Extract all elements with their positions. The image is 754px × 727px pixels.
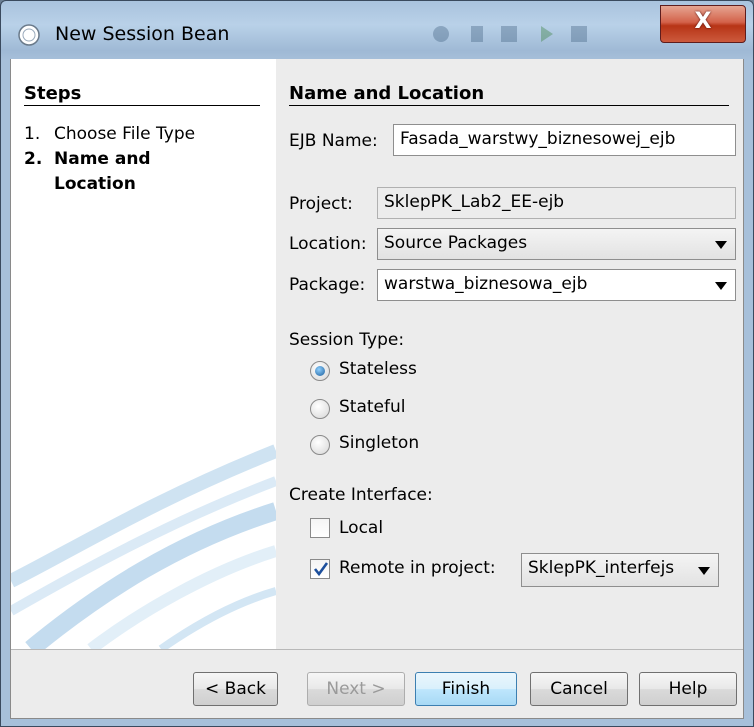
ejb-name-field[interactable]: Fasada_warstwy_biznesowej_ejb bbox=[393, 124, 736, 156]
location-value: Source Packages bbox=[384, 233, 528, 253]
step-label: Choose File Type bbox=[54, 124, 196, 144]
help-button[interactable]: Help bbox=[639, 672, 737, 706]
chevron-down-icon bbox=[715, 241, 727, 249]
package-label: Package: bbox=[289, 275, 366, 295]
remote-project-dropdown[interactable]: SklepPK_interfejs bbox=[521, 553, 719, 587]
dialog-window: New Session Bean X Steps 1. Choose File T… bbox=[0, 0, 754, 727]
local-checkbox[interactable] bbox=[310, 518, 330, 538]
session-type-label: Session Type: bbox=[289, 330, 405, 350]
create-interface-label: Create Interface: bbox=[289, 485, 433, 505]
location-label: Location: bbox=[289, 234, 367, 254]
chevron-down-icon bbox=[715, 282, 727, 290]
project-label: Project: bbox=[289, 194, 353, 214]
remote-checkbox-label: Remote in project: bbox=[339, 558, 496, 578]
background-toolbar-icons bbox=[433, 26, 587, 42]
back-button[interactable]: < Back bbox=[193, 672, 278, 706]
radio-button[interactable] bbox=[310, 399, 330, 419]
next-button[interactable]: Next > bbox=[307, 672, 405, 706]
close-icon: X bbox=[694, 9, 712, 34]
package-combobox[interactable]: warstwa_biznesowa_ejb bbox=[377, 269, 736, 301]
chevron-down-icon bbox=[698, 567, 710, 575]
radio-label: Stateful bbox=[339, 397, 406, 417]
title-bar[interactable]: New Session Bean X bbox=[1, 1, 753, 57]
checkmark-icon bbox=[313, 562, 329, 577]
section-heading: Name and Location bbox=[289, 83, 485, 104]
ejb-name-label: EJB Name: bbox=[289, 131, 378, 151]
step-name-and-location: 2. Name and Location bbox=[24, 147, 151, 197]
footer-divider bbox=[11, 649, 743, 650]
close-button[interactable]: X bbox=[660, 5, 746, 43]
steps-heading: Steps bbox=[24, 83, 82, 104]
radio-label: Stateless bbox=[339, 359, 417, 379]
finish-button[interactable]: Finish bbox=[415, 672, 517, 706]
step-number: 2. bbox=[24, 149, 43, 169]
radio-label: Singleton bbox=[339, 433, 420, 453]
step-choose-file-type: 1. Choose File Type bbox=[24, 122, 195, 147]
step-number: 1. bbox=[24, 124, 41, 144]
local-checkbox-label: Local bbox=[339, 518, 384, 538]
package-value: warstwa_biznesowa_ejb bbox=[384, 274, 588, 294]
remote-checkbox[interactable] bbox=[310, 559, 330, 579]
location-dropdown[interactable]: Source Packages bbox=[377, 228, 736, 260]
radio-button[interactable] bbox=[310, 435, 330, 455]
window-title: New Session Bean bbox=[55, 23, 230, 45]
wizard-decoration-graphic bbox=[11, 444, 276, 649]
remote-project-value: SklepPK_interfejs bbox=[528, 558, 675, 578]
session-bean-icon bbox=[18, 24, 40, 46]
cancel-button[interactable]: Cancel bbox=[530, 672, 628, 706]
step-label-cont: Location bbox=[54, 174, 136, 194]
section-divider bbox=[289, 105, 729, 106]
steps-divider bbox=[24, 105, 260, 106]
project-field: SklepPK_Lab2_EE-ejb bbox=[377, 187, 736, 219]
radio-button-selected[interactable] bbox=[310, 361, 330, 381]
step-label: Name and bbox=[54, 149, 151, 169]
